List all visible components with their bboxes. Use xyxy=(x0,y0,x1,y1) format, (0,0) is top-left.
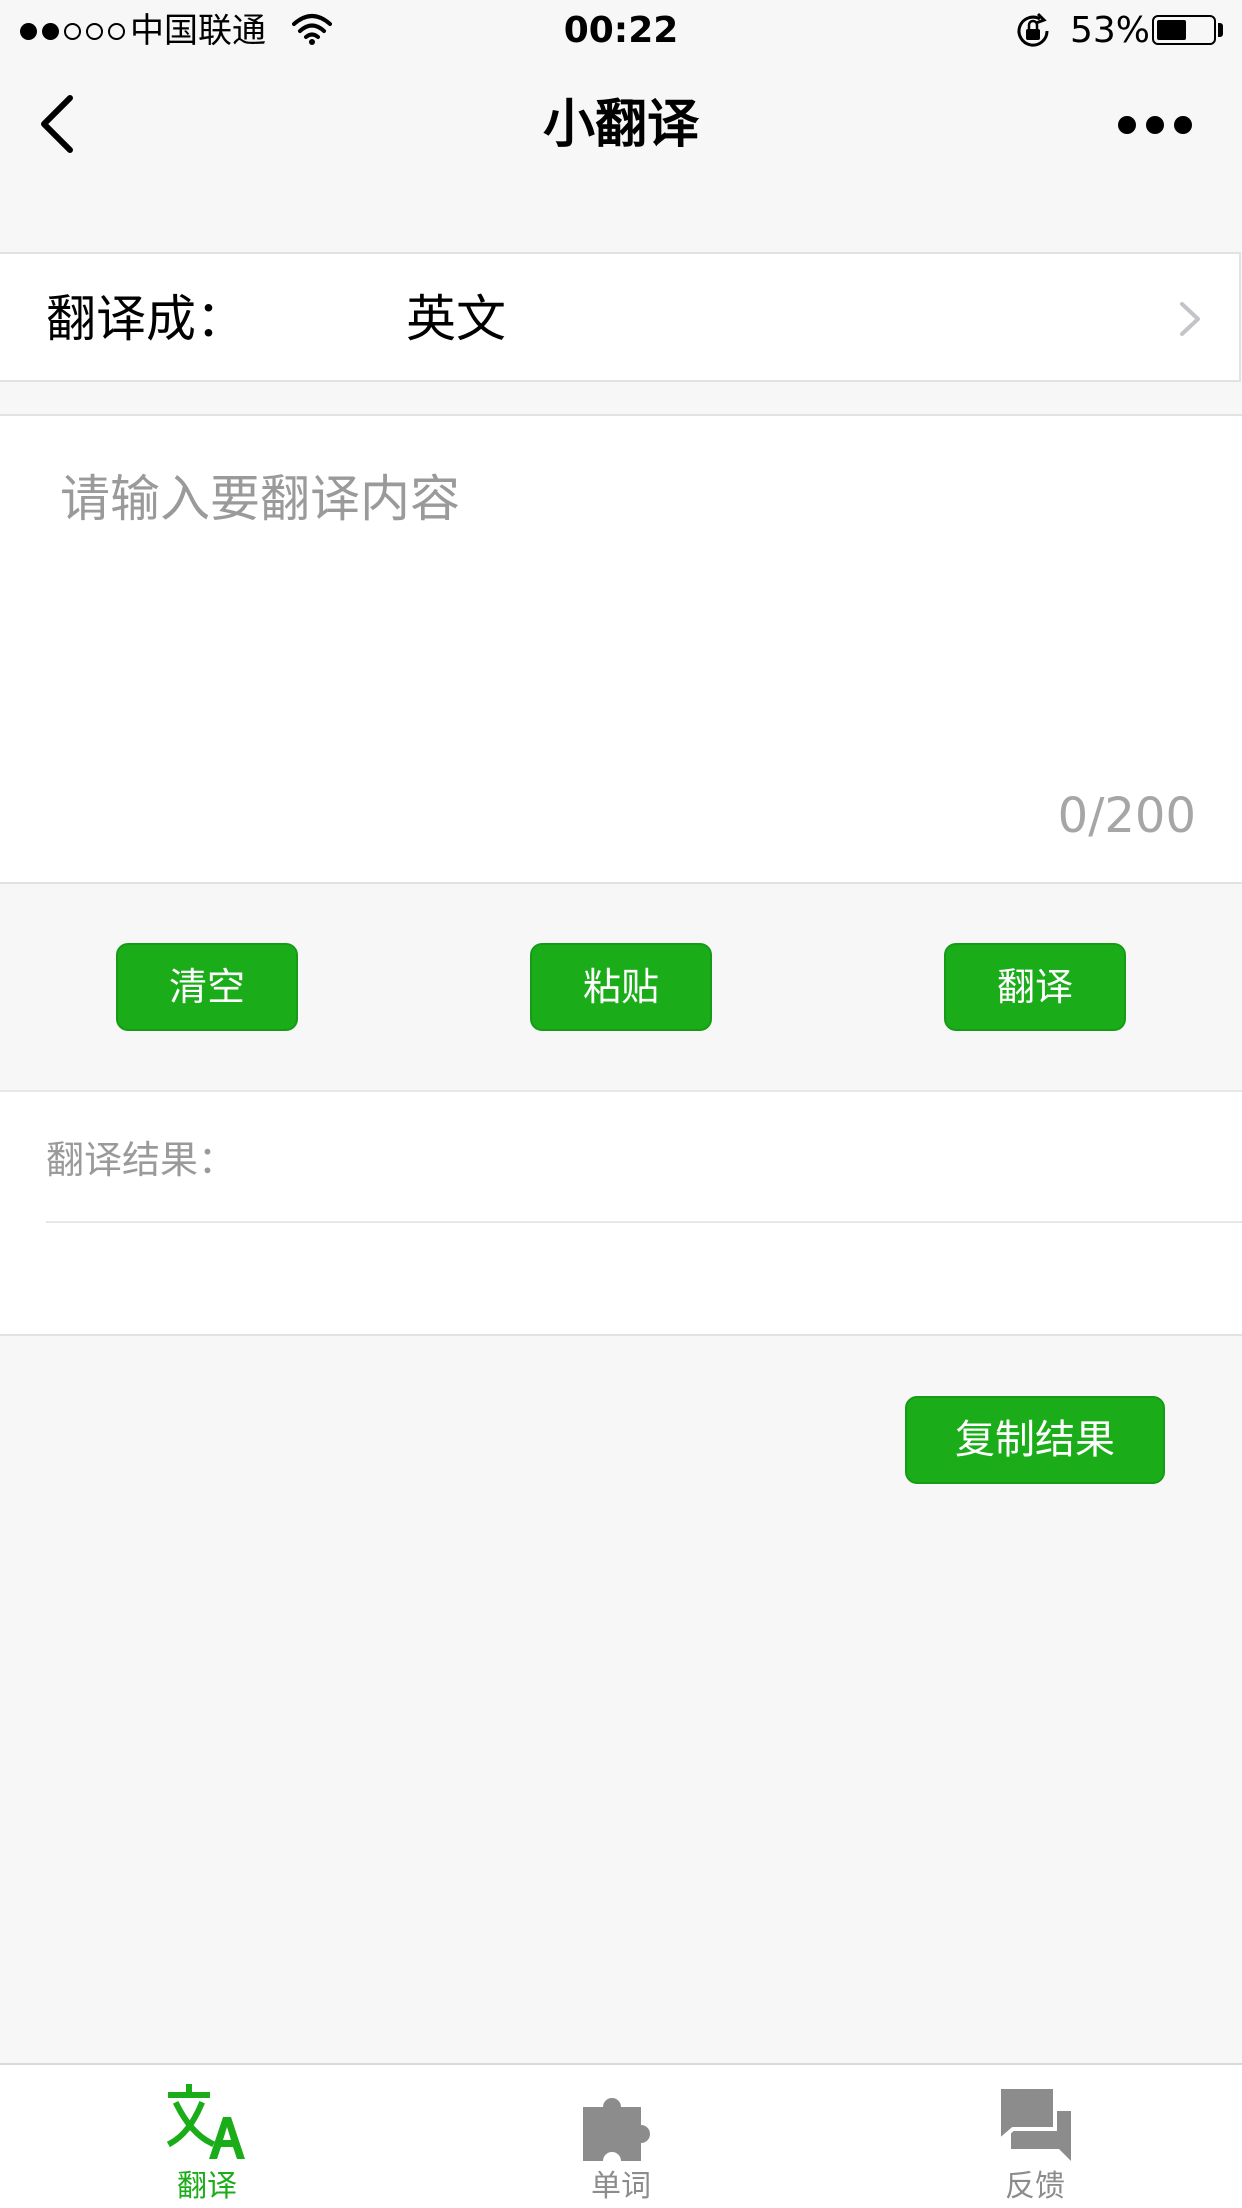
clear-button[interactable]: 清空 xyxy=(116,943,298,1031)
tab-label-words: 单词 xyxy=(591,2169,651,2204)
result-label: 翻译结果： xyxy=(46,1138,237,1182)
translate-input[interactable] xyxy=(60,464,1180,724)
chat-icon xyxy=(997,2085,1071,2161)
battery-icon xyxy=(1152,15,1216,45)
translate-icon xyxy=(167,2084,245,2159)
more-dots-icon[interactable] xyxy=(1118,108,1192,142)
paste-button[interactable]: 粘贴 xyxy=(530,943,712,1031)
target-language-value: 英文 xyxy=(406,290,506,348)
page-title: 小翻译 xyxy=(542,95,699,155)
target-language-row[interactable]: 翻译成： 英文 xyxy=(0,252,1241,382)
chevron-right-icon xyxy=(1180,302,1200,336)
battery-level-fill xyxy=(1157,20,1186,40)
battery-cap xyxy=(1218,23,1223,37)
battery-percent: 53% xyxy=(1070,10,1151,51)
target-language-label: 翻译成： xyxy=(46,290,246,348)
copy-result-button[interactable]: 复制结果 xyxy=(905,1396,1165,1484)
tab-words[interactable]: 单词 xyxy=(414,2065,828,2208)
result-panel xyxy=(0,1090,1242,1336)
result-divider xyxy=(46,1221,1242,1223)
rotation-lock-icon xyxy=(1017,12,1049,47)
translate-button[interactable]: 翻译 xyxy=(944,943,1126,1031)
tab-feedback[interactable]: 反馈 xyxy=(828,2065,1242,2208)
status-time: 00:22 xyxy=(563,10,679,51)
char-counter: 0/200 xyxy=(1057,788,1196,844)
tab-translate[interactable]: 翻译 xyxy=(0,2065,414,2208)
tab-label-translate: 翻译 xyxy=(177,2169,237,2204)
puzzle-icon xyxy=(583,2098,650,2161)
tab-label-feedback: 反馈 xyxy=(1005,2169,1065,2204)
